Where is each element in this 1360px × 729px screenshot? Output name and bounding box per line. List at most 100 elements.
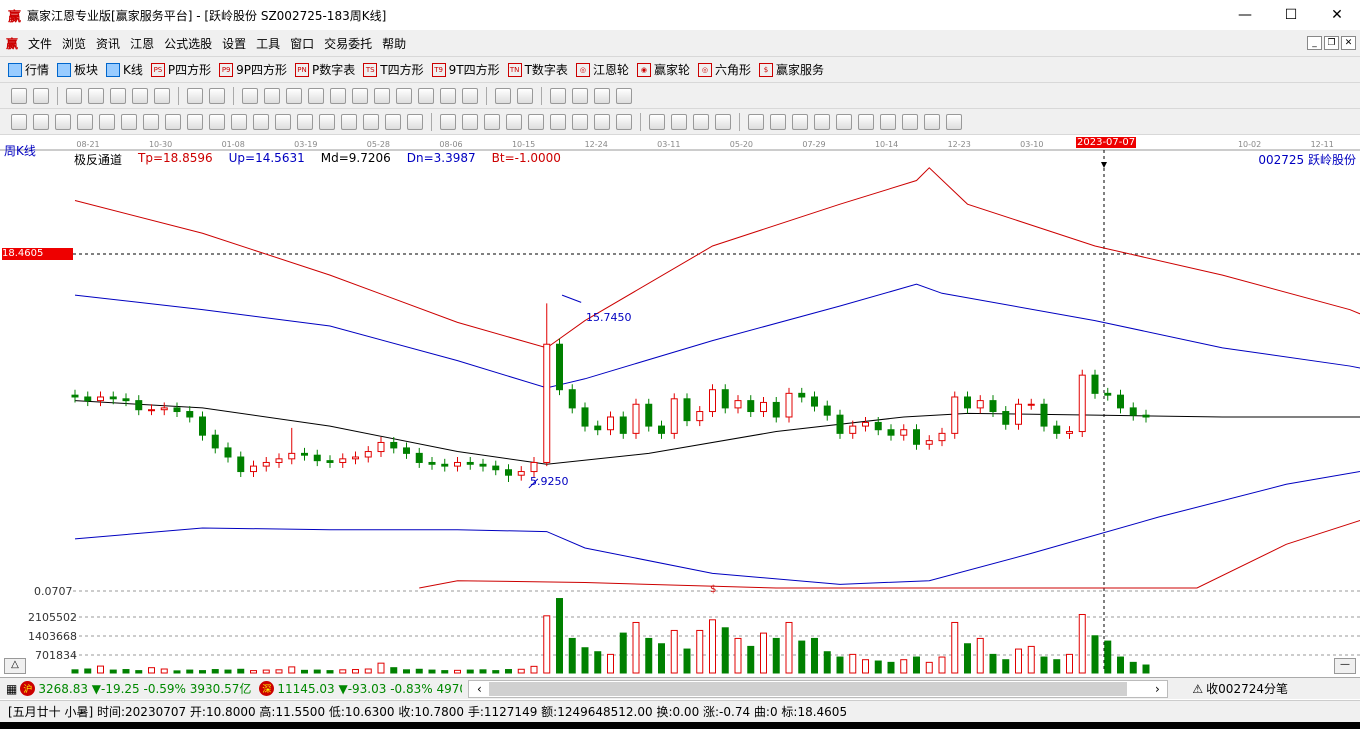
tool-icon[interactable] xyxy=(693,113,709,130)
tool-icon[interactable] xyxy=(770,113,786,130)
toolbar-pn[interactable]: PN P数字表 xyxy=(295,61,355,78)
tool-icon[interactable] xyxy=(264,87,280,104)
tool-icon[interactable] xyxy=(308,87,324,104)
menu-gann[interactable]: 江恩 xyxy=(130,35,154,52)
tool-icon[interactable] xyxy=(330,87,346,104)
minimize-button[interactable]: — xyxy=(1222,0,1268,30)
toolbar-hexagon[interactable]: ◎ 六角形 xyxy=(697,61,751,78)
tool-icon[interactable] xyxy=(440,87,456,104)
tool-icon[interactable] xyxy=(946,113,962,130)
tool-icon[interactable] xyxy=(209,87,225,104)
tool-icon[interactable] xyxy=(616,87,632,104)
tool-icon[interactable] xyxy=(33,113,49,130)
menu-window[interactable]: 窗口 xyxy=(290,35,314,52)
menu-file[interactable]: 文件 xyxy=(28,35,52,52)
tool-icon[interactable] xyxy=(253,113,269,130)
tool-icon[interactable] xyxy=(110,87,126,104)
zoom-out-button[interactable]: — xyxy=(1334,658,1356,674)
toolbar-grid[interactable]: 行情 xyxy=(8,61,49,78)
scroll-left-button[interactable]: ‹ xyxy=(469,682,489,696)
expand-up-button[interactable]: △ xyxy=(4,658,26,674)
tool-icon[interactable] xyxy=(671,113,687,130)
tool-icon[interactable] xyxy=(572,87,588,104)
tool-icon[interactable] xyxy=(121,113,137,130)
tool-icon[interactable] xyxy=(407,113,423,130)
tool-icon[interactable] xyxy=(55,113,71,130)
tool-icon[interactable] xyxy=(374,87,390,104)
menu-help[interactable]: 帮助 xyxy=(382,35,406,52)
tool-icon[interactable] xyxy=(275,113,291,130)
toolbar-winner-wheel[interactable]: ◉ 赢家轮 xyxy=(636,61,690,78)
tool-icon[interactable] xyxy=(385,113,401,130)
toolbar-wheel[interactable]: ◎ 江恩轮 xyxy=(575,61,629,78)
tool-icon[interactable] xyxy=(792,113,808,130)
maximize-button[interactable]: ☐ xyxy=(1268,0,1314,30)
tool-icon[interactable] xyxy=(341,113,357,130)
toolbar-t9[interactable]: T9 9T四方形 xyxy=(431,61,500,78)
tool-icon[interactable] xyxy=(924,113,940,130)
tool-icon[interactable] xyxy=(154,87,170,104)
tool-icon[interactable] xyxy=(506,113,522,130)
sh-index-quote[interactable]: 3268.83 ▼-19.25 -0.59% 3930.57亿 xyxy=(38,680,251,697)
tool-icon[interactable] xyxy=(572,113,588,130)
mdi-minimize-button[interactable]: _ xyxy=(1307,36,1322,50)
tool-icon[interactable] xyxy=(594,87,610,104)
toolbar-kline[interactable]: K线 xyxy=(106,61,143,78)
tool-icon[interactable] xyxy=(715,113,731,130)
kline-chart[interactable]: 08-21 10-30 01-08 03-19 05-28 08-06 10-15 12-24… xyxy=(0,136,1360,676)
tool-icon[interactable] xyxy=(11,113,27,130)
tool-icon[interactable] xyxy=(88,87,104,104)
toolbar-dollar[interactable]: $ 赢家服务 xyxy=(758,61,824,78)
tool-icon[interactable] xyxy=(187,87,203,104)
toolbar-blocks[interactable]: 板块 xyxy=(57,61,98,78)
close-button[interactable]: ✕ xyxy=(1314,0,1360,30)
quote-table-icon[interactable]: ▦ xyxy=(6,682,17,696)
tool-icon[interactable] xyxy=(836,113,852,130)
tool-icon[interactable] xyxy=(594,113,610,130)
tool-icon[interactable] xyxy=(484,113,500,130)
tool-icon[interactable] xyxy=(418,87,434,104)
menu-news[interactable]: 资讯 xyxy=(96,35,120,52)
tool-icon[interactable] xyxy=(209,113,225,130)
tool-icon[interactable] xyxy=(880,113,896,130)
tool-icon[interactable] xyxy=(297,113,313,130)
menu-browse[interactable]: 浏览 xyxy=(62,35,86,52)
tool-icon[interactable] xyxy=(363,113,379,130)
menu-trade[interactable]: 交易委托 xyxy=(324,35,372,52)
mdi-restore-button[interactable]: ❐ xyxy=(1324,36,1339,50)
tool-icon[interactable] xyxy=(858,113,874,130)
tool-icon[interactable] xyxy=(352,87,368,104)
tool-icon[interactable] xyxy=(495,87,511,104)
tool-icon[interactable] xyxy=(165,113,181,130)
tool-icon[interactable] xyxy=(517,87,533,104)
scroll-thumb[interactable] xyxy=(489,681,1128,696)
tool-icon[interactable] xyxy=(550,87,566,104)
tool-icon[interactable] xyxy=(319,113,335,130)
menu-tools[interactable]: 工具 xyxy=(256,35,280,52)
tool-icon[interactable] xyxy=(143,113,159,130)
tool-icon[interactable] xyxy=(187,113,203,130)
period-label[interactable]: 周K线 xyxy=(4,142,36,159)
tool-icon[interactable] xyxy=(814,113,830,130)
tool-icon[interactable] xyxy=(66,87,82,104)
tool-icon[interactable] xyxy=(528,113,544,130)
scroll-right-button[interactable]: › xyxy=(1147,682,1167,696)
tool-icon[interactable] xyxy=(99,113,115,130)
tool-icon[interactable] xyxy=(649,113,665,130)
tool-icon[interactable] xyxy=(902,113,918,130)
tool-icon[interactable] xyxy=(33,87,49,104)
tick-alert-text[interactable]: 收002724分笔 xyxy=(1206,680,1288,697)
toolbar-tn[interactable]: TN T数字表 xyxy=(507,61,568,78)
toolbar-p9[interactable]: P9 9P四方形 xyxy=(219,61,287,78)
menu-settings[interactable]: 设置 xyxy=(222,35,246,52)
horizontal-scrollbar[interactable]: ‹ › xyxy=(468,679,1169,698)
tool-icon[interactable] xyxy=(77,113,93,130)
tool-icon[interactable] xyxy=(440,113,456,130)
tool-icon[interactable] xyxy=(11,87,27,104)
tool-icon[interactable] xyxy=(616,113,632,130)
menu-formula[interactable]: 公式选股 xyxy=(164,35,212,52)
chart-canvas[interactable]: 08-21 10-30 01-08 03-19 05-28 08-06 10-15 12-24… xyxy=(0,136,1360,676)
tool-icon[interactable] xyxy=(132,87,148,104)
toolbar-ts[interactable]: TS T四方形 xyxy=(363,61,424,78)
tool-icon[interactable] xyxy=(286,87,302,104)
